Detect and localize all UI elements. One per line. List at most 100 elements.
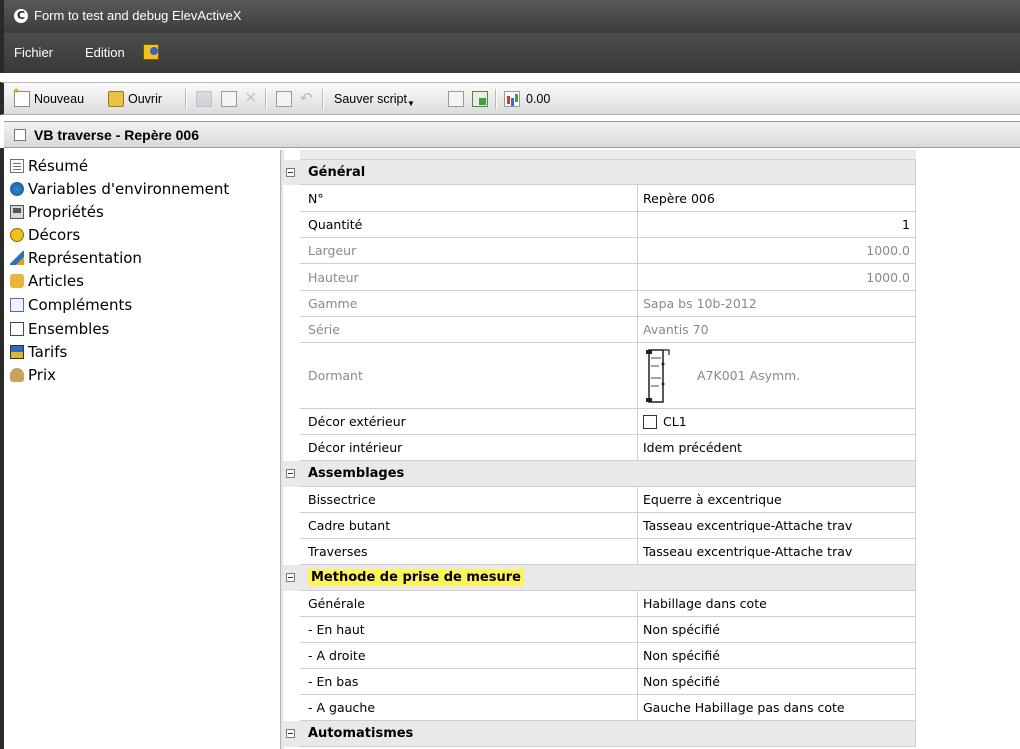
sidebar-item-label: Ensembles <box>28 320 110 338</box>
document-title: VB traverse - Repère 006 <box>34 127 199 143</box>
report-icon[interactable] <box>448 91 464 107</box>
sidebar-item-ensembles[interactable]: Ensembles <box>10 318 109 340</box>
profile-thumbnail <box>643 346 677 406</box>
property-row[interactable]: Bissectrice Equerre à excentrique <box>283 487 916 513</box>
collapse-icon[interactable] <box>286 573 295 582</box>
property-row[interactable]: Traverses Tasseau excentrique-Attache tr… <box>283 539 916 565</box>
save-script-button[interactable]: Sauver script▼ <box>334 90 415 108</box>
sidebar-item-resume[interactable]: Résumé <box>10 155 88 177</box>
sidebar-item-label: Variables d'environnement <box>28 180 230 198</box>
representation-icon <box>10 251 24 265</box>
open-button[interactable]: Ouvrir <box>128 90 162 108</box>
property-row[interactable]: Hauteur 1000.0 <box>283 264 916 291</box>
property-row[interactable]: Largeur 1000.0 <box>283 238 916 264</box>
property-name: Dormant <box>300 343 638 409</box>
menu-edition[interactable]: Edition <box>85 45 125 60</box>
run-icon[interactable] <box>472 91 488 107</box>
sidebar-item-representation[interactable]: Représentation <box>10 247 142 269</box>
property-value[interactable]: 1000.0 <box>638 238 916 264</box>
property-value[interactable]: Non spécifié <box>638 617 916 643</box>
prix-icon <box>10 368 24 382</box>
sidebar-item-tarifs[interactable]: Tarifs <box>10 341 67 363</box>
property-row[interactable]: - A gauche Gauche Habillage pas dans cot… <box>283 695 916 721</box>
window-title: Form to test and debug ElevActiveX <box>34 8 242 23</box>
property-value-cell[interactable]: CL1 <box>638 409 916 435</box>
property-name: Hauteur <box>300 264 638 291</box>
paste-icon[interactable] <box>221 91 237 107</box>
sidebar-item-complements[interactable]: Compléments <box>10 294 132 316</box>
save-script-label: Sauver script <box>334 92 407 106</box>
property-row[interactable]: - En haut Non spécifié <box>283 617 916 643</box>
property-row[interactable]: - En bas Non spécifié <box>283 669 916 695</box>
property-row[interactable]: Série Avantis 70 <box>283 317 916 343</box>
undo-icon[interactable]: ↶ <box>300 90 316 106</box>
new-button[interactable]: Nouveau <box>34 90 84 108</box>
property-value[interactable]: 1 <box>638 212 916 238</box>
toolbar-separator <box>322 89 324 109</box>
property-row[interactable]: Générale Habillage dans cote <box>283 591 916 617</box>
property-row[interactable]: N° Repère 006 <box>283 185 916 212</box>
app-icon: C <box>14 9 28 23</box>
category-automatismes: Automatismes <box>283 721 916 747</box>
properties-icon <box>10 205 24 219</box>
grid-header-strip <box>300 150 916 160</box>
collapse-icon[interactable] <box>286 168 295 177</box>
property-row[interactable]: - A droite Non spécifié <box>283 643 916 669</box>
property-row[interactable]: Quantité 1 <box>283 212 916 238</box>
property-name: Décor extérieur <box>300 409 638 435</box>
sidebar-item-decors[interactable]: Décors <box>10 224 80 246</box>
property-row[interactable]: Dormant A7K001 Asymm. <box>283 343 916 409</box>
stats-icon[interactable] <box>504 91 520 107</box>
sidebar-item-label: Prix <box>28 366 56 384</box>
property-value[interactable]: Habillage dans cote <box>638 591 916 617</box>
sidebar-item-label: Décors <box>28 226 81 244</box>
property-value[interactable]: Tasseau excentrique-Attache trav <box>638 513 916 539</box>
sidebar-item-articles[interactable]: Articles <box>10 270 84 292</box>
collapse-icon[interactable] <box>286 469 295 478</box>
save-icon[interactable] <box>196 91 212 107</box>
sidebar-item-label: Résumé <box>28 157 89 175</box>
property-value[interactable]: Non spécifié <box>638 669 916 695</box>
mdi-window-icon[interactable] <box>143 44 159 60</box>
delete-icon[interactable]: ✕ <box>244 90 260 106</box>
document-header: VB traverse - Repère 006 <box>4 121 1020 148</box>
menu-fichier[interactable]: Fichier <box>14 45 53 60</box>
property-grid: Général N° Repère 006 Quantité 1 Largeur… <box>283 150 916 749</box>
property-row[interactable]: Décor extérieur CL1 <box>283 409 916 435</box>
property-name: - En haut <box>300 617 638 643</box>
category-title: Automatismes <box>300 721 638 747</box>
summary-icon <box>10 159 24 173</box>
property-row[interactable]: Cadre butant Tasseau excentrique-Attache… <box>283 513 916 539</box>
property-name: Générale <box>300 591 638 617</box>
sidebar-item-variables[interactable]: Variables d'environnement <box>10 178 229 200</box>
property-value[interactable]: Non spécifié <box>638 643 916 669</box>
sidebar-item-label: Propriétés <box>28 203 104 221</box>
property-name: - A gauche <box>300 695 638 721</box>
complements-icon <box>10 298 24 312</box>
property-value: CL1 <box>663 414 687 429</box>
property-value[interactable]: Idem précédent <box>638 435 916 461</box>
sidebar-item-label: Compléments <box>28 296 133 314</box>
property-value[interactable]: Equerre à excentrique <box>638 487 916 513</box>
sidebar-item-proprietes[interactable]: Propriétés <box>10 201 104 223</box>
toolbar: Nouveau Ouvrir ✕ ↶ Sauver script▼ 0.00 <box>0 82 1020 115</box>
property-value[interactable]: Gauche Habillage pas dans cote <box>638 695 916 721</box>
property-row[interactable]: Décor intérieur Idem précédent <box>283 435 916 461</box>
category-title: Methode de prise de mesure <box>308 569 524 586</box>
property-value[interactable]: Avantis 70 <box>638 317 916 343</box>
property-row[interactable]: Gamme Sapa bs 10b-2012 <box>283 291 916 317</box>
property-value[interactable]: Tasseau excentrique-Attache trav <box>638 539 916 565</box>
property-value[interactable]: Repère 006 <box>638 185 916 212</box>
toolbar-separator <box>185 89 187 109</box>
sidebar-item-label: Tarifs <box>28 343 68 361</box>
edit-document-icon[interactable] <box>276 91 292 107</box>
empty-area <box>916 150 1020 749</box>
title-bar: C Form to test and debug ElevActiveX <box>0 0 1020 33</box>
property-value[interactable]: Sapa bs 10b-2012 <box>638 291 916 317</box>
collapse-icon[interactable] <box>286 729 295 738</box>
sidebar-item-prix[interactable]: Prix <box>10 364 56 386</box>
color-swatch <box>643 414 657 429</box>
property-value[interactable]: 1000.0 <box>638 264 916 291</box>
ensembles-icon <box>10 322 24 336</box>
property-value-cell[interactable]: A7K001 Asymm. <box>638 343 916 409</box>
